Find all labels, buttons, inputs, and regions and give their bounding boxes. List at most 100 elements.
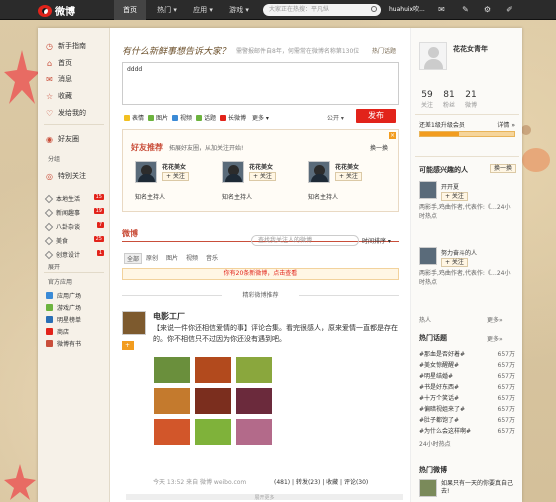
- nav-apps[interactable]: 应用 ▾: [188, 0, 218, 20]
- long-weibo-button[interactable]: 长微博: [220, 113, 246, 122]
- follow-button[interactable]: + 关注: [441, 192, 468, 201]
- avatar[interactable]: [419, 479, 437, 497]
- pen-icon[interactable]: ✎: [461, 5, 470, 14]
- follow-button[interactable]: + 关注: [122, 341, 134, 367]
- person-name[interactable]: 开开夏: [441, 182, 459, 191]
- nav-games[interactable]: 游戏 ▾: [224, 0, 254, 20]
- nav-friends-circle[interactable]: ◉ 好友圈: [46, 134, 79, 144]
- tab-all[interactable]: 全部: [124, 253, 143, 264]
- tag-design[interactable]: 创意设计 1: [44, 250, 104, 259]
- nav-home[interactable]: 首页: [114, 0, 146, 20]
- nav-hot[interactable]: 热门 ▾: [152, 0, 182, 20]
- topic-button[interactable]: 话题: [196, 113, 216, 122]
- nav-special-follow[interactable]: ◎ 特别关注: [46, 171, 86, 181]
- post-photo[interactable]: [235, 418, 273, 446]
- level-more-link[interactable]: 详情 »: [497, 120, 515, 129]
- post-photo[interactable]: [153, 387, 191, 415]
- avatar[interactable]: [308, 161, 330, 183]
- tag-news[interactable]: 新闻趣事 19: [44, 208, 104, 217]
- visibility-select[interactable]: 公开 ▾: [327, 113, 344, 122]
- post-photo[interactable]: [235, 387, 273, 415]
- tag-gossip[interactable]: 八卦杂谈 7: [44, 222, 104, 231]
- user-menu[interactable]: huahuix吹...: [389, 0, 425, 20]
- follow-button[interactable]: + 关注: [249, 172, 276, 181]
- app-books[interactable]: 微博有书: [46, 339, 81, 348]
- hot-topic-item[interactable]: #那血是否好着# 657万: [419, 349, 515, 358]
- nav-sent-to-me[interactable]: ♡ 发给我的: [46, 108, 86, 118]
- hot-topic-link[interactable]: 热门话题: [372, 46, 396, 55]
- gear-icon[interactable]: ⚙: [483, 5, 492, 14]
- image-button[interactable]: 图片: [148, 113, 168, 122]
- hot-weibo-item[interactable]: 如果只有一天的你要真自己去!: [419, 479, 519, 501]
- avatar[interactable]: [419, 181, 437, 199]
- app-star-list[interactable]: 明星榜单: [46, 315, 81, 324]
- friend-name[interactable]: 花花美女: [162, 162, 186, 171]
- nav-guide[interactable]: ◷ 新手指南: [46, 41, 86, 51]
- hot-topic-item[interactable]: #肚子都饱了# 657万: [419, 415, 515, 424]
- profile-avatar[interactable]: [419, 42, 447, 70]
- post-photo[interactable]: [153, 356, 191, 384]
- video-button[interactable]: 视频: [172, 113, 192, 122]
- sort-select[interactable]: 时间排序 ▾: [362, 236, 391, 245]
- hot-topics-more-link[interactable]: 更多»: [487, 334, 503, 343]
- emoji-button[interactable]: 表情: [124, 113, 144, 122]
- stat-weibo[interactable]: 21 微博: [461, 90, 481, 109]
- stat-following[interactable]: 59 关注: [417, 90, 437, 109]
- new-weibo-notice[interactable]: 你有20条新微博，点击查看: [122, 268, 399, 280]
- person-name[interactable]: 努力奋斗的人: [441, 248, 477, 257]
- top-search-input[interactable]: 大家正在热搜：平凡纵: [263, 4, 381, 16]
- post-photo[interactable]: [194, 356, 232, 384]
- hot-topic-item[interactable]: #美女惊醒醒# 657万: [419, 360, 515, 369]
- avatar[interactable]: [222, 161, 244, 183]
- post-photo[interactable]: [194, 418, 232, 446]
- nav-messages[interactable]: ✉ 消息: [46, 74, 72, 84]
- nav-favorites[interactable]: ☆ 收藏: [46, 91, 72, 101]
- avatar[interactable]: [122, 311, 146, 335]
- post-actions[interactable]: (481) | 转发(23) | 收藏 | 评论(30): [274, 477, 368, 486]
- app-plaza[interactable]: 应用广场: [46, 291, 81, 300]
- stat-fans[interactable]: 81 粉丝: [439, 90, 459, 109]
- publish-button[interactable]: 发布: [356, 109, 396, 123]
- edit-icon[interactable]: ✐: [505, 5, 514, 14]
- heart-icon: ♡: [46, 108, 54, 118]
- hot-topic-item[interactable]: #为什么会这样啊# 657万: [419, 426, 515, 435]
- publisher-textarea[interactable]: dddd: [122, 62, 399, 105]
- hot-topic-item[interactable]: #书是好东西# 657万: [419, 382, 515, 391]
- swap-button[interactable]: 换一换: [370, 143, 388, 152]
- hot-topic-item[interactable]: #偏暗视姐来了# 657万: [419, 404, 515, 413]
- tab-music[interactable]: 音乐: [206, 253, 218, 262]
- people-more-link[interactable]: 更多»: [487, 315, 503, 324]
- post-author[interactable]: 电影工厂: [153, 311, 185, 322]
- tag-local[interactable]: 本地生活 15: [44, 194, 104, 203]
- tab-original[interactable]: 原创: [146, 253, 158, 262]
- close-icon[interactable]: ×: [389, 132, 396, 139]
- post-photo[interactable]: [235, 356, 273, 384]
- tab-images[interactable]: 图片: [166, 253, 178, 262]
- avatar[interactable]: [135, 161, 157, 183]
- hot-topic-item[interactable]: #明星结婚# 657万: [419, 371, 515, 380]
- app-games[interactable]: 游戏广场: [46, 303, 81, 312]
- hot-topic-item[interactable]: #十万个笑话# 657万: [419, 393, 515, 402]
- profile-name[interactable]: 花花女青年: [453, 44, 488, 54]
- more-tools-button[interactable]: 更多 ▾: [252, 113, 269, 122]
- nav-home-left[interactable]: ⌂ 首页: [46, 58, 72, 68]
- post-photo[interactable]: [153, 418, 191, 446]
- post-photo[interactable]: [194, 387, 232, 415]
- search-icon[interactable]: [371, 6, 377, 12]
- friend-name[interactable]: 花花美女: [249, 162, 273, 171]
- follow-button[interactable]: + 关注: [162, 172, 189, 181]
- weibo-logo[interactable]: 微博: [38, 3, 75, 18]
- expand-more-bar[interactable]: 展开更多: [126, 494, 403, 501]
- tag-food[interactable]: 美食 25: [44, 236, 104, 245]
- expand-link[interactable]: 展开: [48, 262, 60, 271]
- feed-search-input[interactable]: 查找我关注人的微博: [251, 235, 359, 246]
- tab-videos[interactable]: 视频: [186, 253, 198, 262]
- follow-button[interactable]: + 关注: [441, 258, 468, 267]
- message-icon[interactable]: ✉: [437, 5, 446, 14]
- avatar[interactable]: [419, 247, 437, 265]
- long-weibo-icon: [220, 114, 226, 121]
- follow-button[interactable]: + 关注: [335, 172, 362, 181]
- people-swap-button[interactable]: 换一换: [489, 164, 516, 173]
- friend-name[interactable]: 花花美女: [335, 162, 359, 171]
- app-store[interactable]: 商店: [46, 327, 69, 336]
